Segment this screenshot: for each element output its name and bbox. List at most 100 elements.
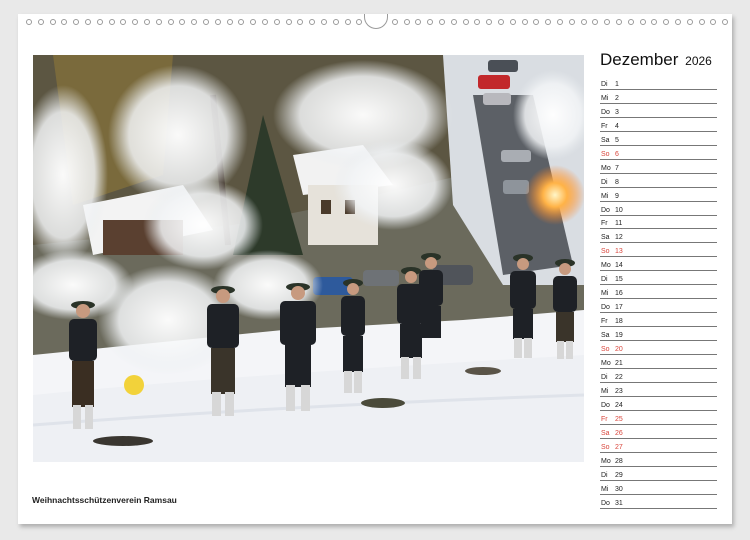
binding-hole [273, 19, 280, 25]
year: 2026 [685, 54, 712, 68]
day-row: Mi 9 [600, 188, 717, 202]
binding-hole [568, 19, 575, 25]
binding-hole [155, 19, 162, 25]
hanger-hook [364, 14, 388, 29]
binding-hole [203, 19, 209, 25]
weekday-label: Sa [601, 136, 610, 144]
day-row: Mi 30 [600, 481, 717, 495]
binding-hole [321, 19, 327, 25]
binding-hole [238, 19, 245, 25]
binding-hole [427, 19, 434, 25]
day-row: Do 24 [600, 397, 717, 411]
day-number: 6 [615, 150, 619, 158]
binding-hole [627, 19, 634, 25]
binding-hole [498, 19, 504, 25]
day-row: Di 22 [600, 369, 717, 383]
weekday-label: Di [601, 80, 608, 88]
binding-hole [49, 19, 56, 25]
day-row: Mo 21 [600, 355, 717, 370]
day-row: Fr 11 [600, 216, 717, 230]
weekday-label: Mo [601, 360, 611, 368]
photo-caption: Weihnachtsschützenverein Ramsau [32, 495, 177, 505]
calendar-page: Weihnachtsschützenverein Ramsau Dezember… [18, 14, 732, 524]
weekday-label: Do [601, 206, 610, 214]
day-number: 15 [615, 276, 623, 284]
day-number: 17 [615, 304, 623, 312]
binding-hole [262, 19, 268, 25]
weekday-label: Mi [601, 485, 609, 493]
photo [33, 55, 584, 462]
weekday-label: Di [601, 373, 608, 381]
weekday-label: So [601, 346, 610, 354]
day-row: Di 15 [600, 271, 717, 286]
photo-scene [33, 55, 584, 462]
day-row: Do 17 [600, 299, 717, 314]
day-number: 20 [615, 346, 623, 354]
day-row: So 13 [600, 243, 717, 258]
binding-hole [557, 19, 563, 25]
binding-hole [61, 19, 68, 25]
weekday-label: Mo [601, 457, 611, 465]
day-row: Di 29 [600, 467, 717, 481]
weekday-label: Do [601, 401, 610, 409]
binding-hole [403, 19, 410, 25]
binding-hole [37, 19, 44, 25]
binding-hole [462, 19, 469, 25]
day-number: 2 [615, 94, 619, 102]
binding-hole [651, 19, 658, 25]
binding-hole [167, 19, 174, 25]
day-row: Do 31 [600, 495, 717, 509]
day-number: 11 [615, 220, 623, 228]
binding-hole [663, 19, 670, 25]
binding-hole [108, 19, 115, 25]
car-red [478, 75, 510, 89]
day-row: Sa 5 [600, 132, 717, 146]
day-number: 7 [615, 164, 619, 172]
binding-hole [26, 19, 32, 25]
binding-hole [722, 19, 729, 25]
binding-hole [191, 19, 198, 25]
weekday-label: Do [601, 108, 610, 116]
month-title: Dezember 2026 [600, 50, 712, 70]
weekday-label: Sa [601, 332, 610, 340]
day-row: Fr 4 [600, 118, 717, 132]
binding-hole [179, 19, 186, 25]
binding-hole [214, 19, 221, 25]
day-row: Do 10 [600, 202, 717, 216]
weekday-label: Mi [601, 290, 609, 298]
weekday-label: Do [601, 499, 610, 507]
binding-hole [415, 19, 422, 25]
day-row: So 20 [600, 341, 717, 356]
day-number: 25 [615, 415, 623, 423]
month-name: Dezember [600, 50, 679, 69]
weekday-label: So [601, 248, 610, 256]
day-row: Sa 12 [600, 229, 717, 244]
day-number: 23 [615, 387, 623, 395]
weekday-label: Sa [601, 429, 610, 437]
binding-hole [592, 19, 599, 25]
day-row: Sa 19 [600, 327, 717, 342]
day-number: 28 [615, 457, 623, 465]
day-row: Fr 25 [600, 411, 717, 425]
binding-hole [604, 19, 611, 25]
day-number: 29 [615, 471, 623, 479]
day-row: So 6 [600, 146, 717, 160]
day-row: Di 8 [600, 174, 717, 188]
day-number: 27 [615, 443, 623, 451]
binding-hole [226, 19, 233, 25]
binding-hole [545, 19, 552, 25]
weekday-label: Mo [601, 262, 611, 270]
binding-hole [73, 19, 80, 25]
binding-hole [132, 19, 139, 25]
binding-hole [120, 19, 127, 25]
day-number: 13 [615, 248, 623, 256]
binding-hole [616, 19, 622, 25]
day-number: 5 [615, 136, 619, 144]
binding-hole [509, 19, 516, 25]
binding-hole [285, 19, 292, 25]
day-number: 14 [615, 262, 623, 270]
weekday-label: Mi [601, 94, 609, 102]
day-row: Mo 14 [600, 257, 717, 272]
day-row: Mi 16 [600, 285, 717, 300]
day-number: 31 [615, 499, 623, 507]
